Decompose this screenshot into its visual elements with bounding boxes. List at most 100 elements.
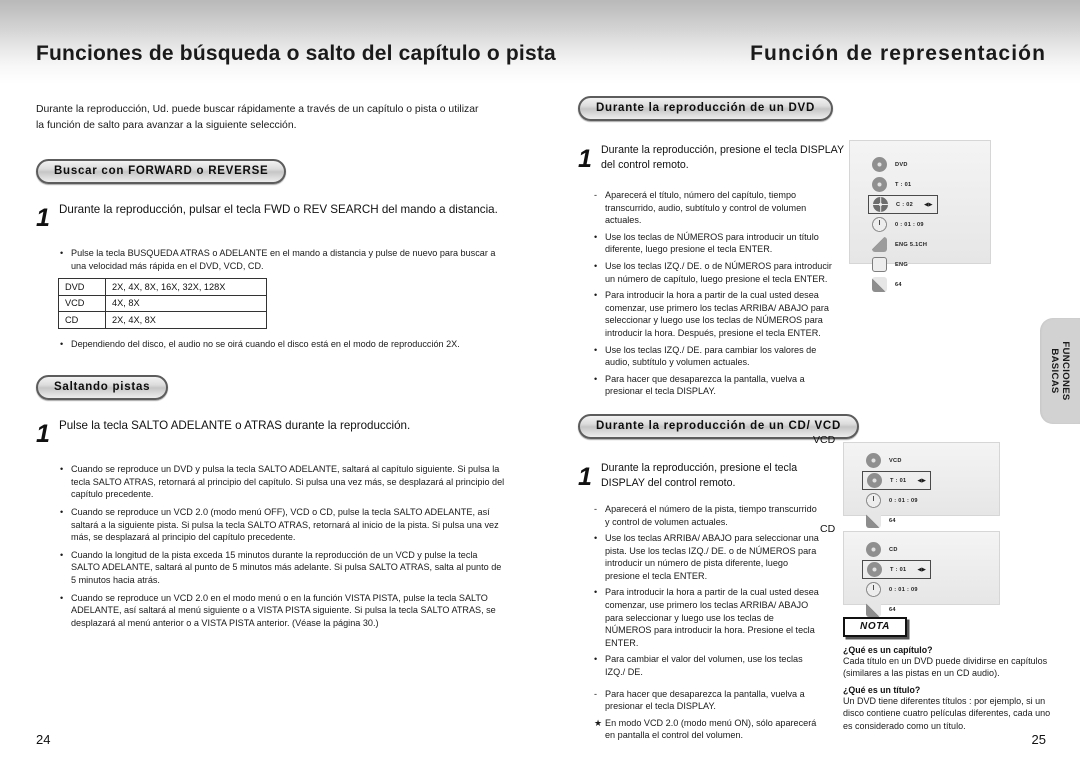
step-dvd: 1 Durante la reproducción, presione el t… (578, 141, 848, 173)
list-item-text: Para introducir la hora a partir de la c… (605, 290, 829, 338)
page-number-left: 24 (36, 732, 51, 747)
left-right-arrows-icon: ◀▶ (917, 566, 927, 573)
osd-value: 0 : 01 : 09 (889, 586, 918, 593)
step-buscar: 1 Durante la reproducción, pulsar el tec… (36, 200, 506, 231)
table-cell-disc: VCD (58, 294, 106, 313)
section-heading-saltando: Saltando pistas (36, 375, 506, 401)
osd-value: C : 02 (896, 201, 914, 208)
list-item-text: En modo VCD 2.0 (modo menú ON), sólo apa… (605, 717, 817, 741)
osd-row-list: VCD T : 01 ◀▶ 0 : 01 : 09 64 (862, 451, 932, 531)
list-item: • Para introducir la hora a partir de la… (592, 586, 820, 649)
page-title-left: Funciones de búsqueda o salto del capítu… (36, 42, 556, 65)
nota-block: NOTA ¿Qué es un capítulo? Cada título en… (843, 616, 1058, 732)
osd-row-list: CD T : 01 ◀▶ 0 : 01 : 09 64 (862, 540, 932, 620)
nota-badge: NOTA (843, 616, 907, 637)
bullet-marker-icon: • (594, 587, 598, 598)
osd-row: VCD (862, 451, 931, 470)
left-page-column: Durante la reproducción, Ud. puede busca… (36, 96, 506, 634)
list-item-text: Use los teclas IZQ./ DE. para cambiar lo… (605, 344, 817, 368)
nota-answer-2: Un DVD tiene diferentes títulos : por ej… (843, 695, 1051, 731)
list-item-text: Para hacer que desaparezca la pantalla, … (605, 688, 805, 712)
clock-icon (872, 217, 887, 232)
osd-label-cd: CD (820, 523, 836, 535)
list-item-text: Dependiendo del disco, el audio no se oi… (71, 338, 460, 349)
table-cell-speeds: 4X, 8X (105, 294, 267, 313)
left-right-arrows-icon: ◀▶ (924, 201, 933, 208)
osd-value: 64 (889, 517, 896, 524)
list-item: - Para hacer que desaparezca la pantalla… (592, 688, 820, 713)
osd-row: 0 : 01 : 09 (862, 491, 931, 510)
nota-answer-1: Cada título en un DVD puede dividirse en… (843, 656, 1048, 679)
osd-value: T : 01 (895, 181, 912, 188)
pill-label: Buscar con FORWARD o REVERSE (36, 159, 287, 184)
chapter-icon (873, 197, 888, 212)
side-tab-funciones-basicas: FUNCIONES BASICAS (1040, 318, 1080, 424)
list-item: • Cuando se reproduce un DVD y pulsa la … (58, 463, 506, 501)
disc-icon (866, 542, 881, 557)
osd-value: ENG (895, 261, 909, 268)
dash-marker-icon: - (594, 190, 598, 200)
list-item: - Aparecerá el número de la pista, tiemp… (592, 503, 820, 528)
osd-row: T : 01 (868, 175, 938, 194)
left-right-arrows-icon: ◀▶ (917, 477, 927, 484)
bullet-marker-icon: • (594, 260, 598, 271)
list-item: • Para introducir la hora a partir de la… (592, 289, 842, 339)
step-text: Durante la reproducción, pulsar el tecla… (59, 203, 498, 216)
nota-question-1: ¿Qué es un capítulo? (843, 645, 933, 655)
track-icon (867, 562, 882, 577)
side-tab-line-1: FUNCIONES (1060, 341, 1071, 401)
list-item: • Use los teclas de NÚMEROS para introdu… (592, 231, 842, 256)
volume-icon (866, 513, 881, 528)
list-item: • Use los teclas IZQ./ DE. para cambiar … (592, 344, 842, 369)
list-item: • Use los teclas ARRIBA/ ABAJO para sele… (592, 532, 820, 582)
osd-panel-vcd: VCD T : 01 ◀▶ 0 : 01 : 09 64 (843, 442, 1000, 528)
osd-value: DVD (895, 161, 908, 168)
osd-row: 0 : 01 : 09 (868, 215, 938, 234)
section-heading-buscar: Buscar con FORWARD o REVERSE (36, 159, 506, 184)
bullet-list-cdvcd: - Aparecerá el número de la pista, tiemp… (592, 503, 820, 742)
osd-value: CD (889, 546, 898, 553)
manual-page-spread: Funciones de búsqueda o salto del capítu… (0, 0, 1080, 765)
table-cell-speeds: 2X, 4X, 8X (105, 311, 267, 329)
step-number: 1 (36, 420, 50, 449)
bullet-marker-icon: • (60, 549, 64, 560)
bullet-marker-icon: • (594, 533, 598, 544)
osd-label-vcd: VCD (813, 434, 836, 446)
osd-panel-dvd: DVD T : 01 C : 02 ◀▶ 0 : 01 : 09 ENG 5.1… (849, 140, 991, 292)
osd-row-list: DVD T : 01 C : 02 ◀▶ 0 : 01 : 09 ENG 5.1… (868, 155, 938, 295)
list-item: • Cuando la longitud de la pista exceda … (58, 549, 506, 587)
bullet-marker-icon: • (60, 507, 64, 518)
step-cdvcd: 1 Durante la reproducción, presione el t… (578, 459, 828, 491)
osd-value: 0 : 01 : 09 (895, 221, 924, 228)
disc-icon (872, 157, 887, 172)
list-item-text: Aparecerá el número de la pista, tiempo … (605, 503, 817, 527)
list-item: - Aparecerá el título, número del capítu… (592, 189, 842, 227)
speed-table: DVD 2X, 4X, 8X, 16X, 32X, 128X VCD 4X, 8… (58, 278, 267, 329)
osd-row: 64 (868, 275, 938, 294)
osd-row: 64 (862, 511, 931, 530)
osd-row: ENG (868, 255, 938, 274)
osd-value: 0 : 01 : 09 (889, 497, 918, 504)
list-item: • Para cambiar el valor del volumen, use… (592, 653, 820, 678)
osd-row-highlighted: T : 01 ◀▶ (862, 560, 932, 579)
volume-icon (872, 277, 887, 292)
osd-value: T : 01 (890, 566, 907, 573)
title-icon (872, 177, 887, 192)
step-text: Durante la reproducción, presione el tec… (601, 144, 844, 171)
clock-icon (866, 582, 881, 597)
audio-icon (872, 237, 887, 252)
list-item-text: Pulse la tecla BUSQUEDA ATRAS o ADELANTE… (71, 248, 496, 271)
list-item-text: Use los teclas IZQ./ DE. o de NÚMEROS pa… (605, 260, 832, 284)
list-item: • Para hacer que desaparezca la pantalla… (592, 373, 842, 398)
list-item-text: Cuando se reproduce un DVD y pulsa la te… (71, 464, 505, 500)
nota-body: ¿Qué es un capítulo? Cada título en un D… (843, 645, 1058, 732)
list-item-text: Para cambiar el valor del volumen, use l… (605, 654, 803, 678)
list-item-text: Use los teclas de NÚMEROS para introduci… (605, 231, 819, 255)
volume-icon (866, 602, 881, 617)
list-item-text: Cuando se reproduce un VCD 2.0 (modo men… (71, 507, 499, 543)
list-item-text: Use los teclas ARRIBA/ ABAJO para selecc… (605, 533, 819, 581)
clock-icon (866, 493, 881, 508)
list-item: ★ En modo VCD 2.0 (modo menú ON), sólo a… (592, 717, 820, 742)
section-heading-cdvcd: Durante la reproducción de un CD/ VCD (578, 413, 1044, 439)
osd-row-highlighted: C : 02 ◀▶ (868, 195, 938, 214)
